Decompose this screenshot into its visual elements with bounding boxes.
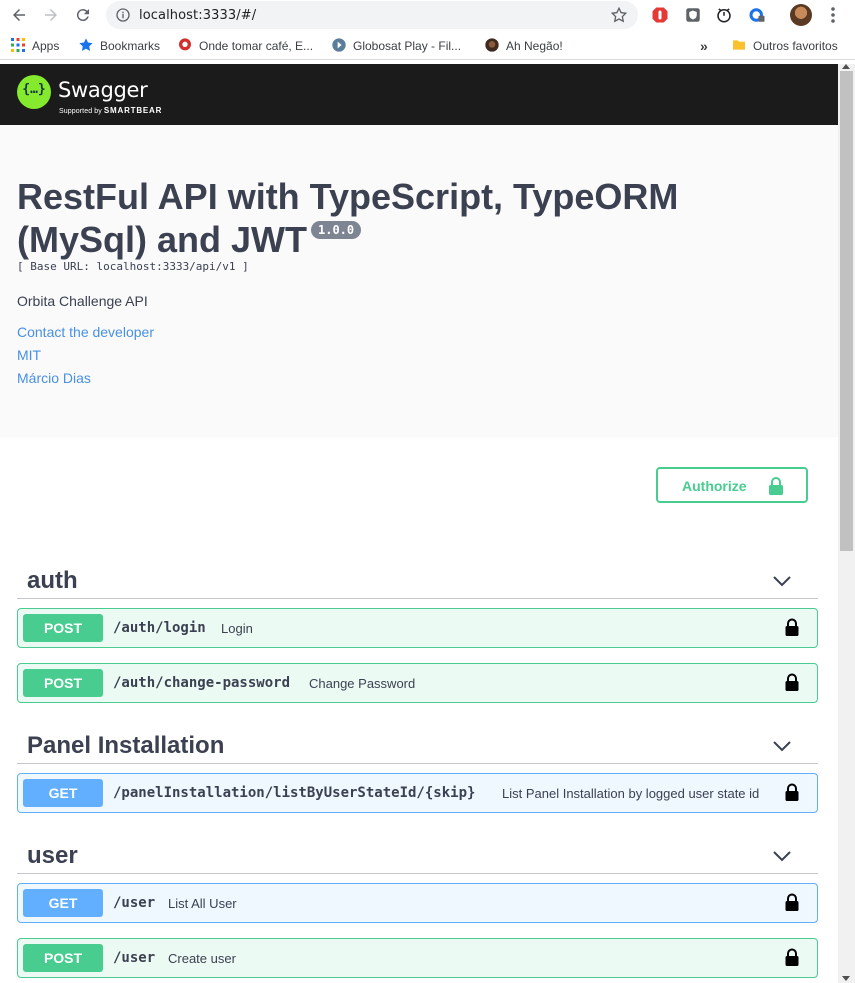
address-bar[interactable]: localhost:3333/#/ bbox=[106, 1, 638, 29]
operation-get-panel-installation[interactable]: GET /panelInstallation/listByUserStateId… bbox=[17, 773, 818, 813]
scrollbar-thumb[interactable] bbox=[840, 71, 853, 551]
api-info: RestFul API with TypeScript, TypeORM (My… bbox=[0, 125, 838, 437]
avatar-icon bbox=[485, 38, 499, 52]
timer-extension-icon[interactable] bbox=[715, 6, 733, 24]
forward-button[interactable] bbox=[40, 4, 62, 26]
operation-post-user[interactable]: POST /user Create user bbox=[17, 938, 818, 978]
method-badge: POST bbox=[23, 669, 103, 697]
bookmark-star-icon[interactable] bbox=[610, 6, 628, 24]
tag-user[interactable]: user bbox=[17, 838, 818, 874]
operation-path: /auth/change-password bbox=[113, 675, 291, 691]
author-link[interactable]: Márcio Dias bbox=[17, 370, 91, 386]
bookmark-apps[interactable]: Apps bbox=[10, 37, 59, 55]
profile-avatar[interactable] bbox=[790, 4, 812, 26]
bookmark-bookmarks[interactable]: Bookmarks bbox=[78, 37, 160, 55]
lock-icon[interactable] bbox=[785, 783, 799, 802]
authorize-button[interactable]: Authorize bbox=[656, 467, 808, 503]
chevron-down-icon[interactable] bbox=[772, 571, 792, 591]
operation-summary: Change Password bbox=[309, 676, 416, 691]
license-link[interactable]: MIT bbox=[17, 347, 41, 363]
browser-toolbar: localhost:3333/#/ bbox=[0, 0, 855, 30]
version-badge: 1.0.0 bbox=[311, 221, 362, 239]
authorize-label: Authorize bbox=[682, 478, 747, 494]
tag-name: user bbox=[27, 842, 78, 869]
unlocked-icon bbox=[769, 477, 783, 495]
chevron-down-icon[interactable] bbox=[772, 846, 792, 866]
lock-icon[interactable] bbox=[785, 893, 799, 912]
reload-button[interactable] bbox=[72, 4, 94, 26]
url-text[interactable]: localhost:3333/#/ bbox=[139, 8, 256, 23]
location-pin-icon bbox=[179, 38, 191, 51]
back-arrow-icon bbox=[13, 9, 25, 21]
operation-path: /auth/login bbox=[113, 620, 206, 636]
tag-name: auth bbox=[27, 567, 78, 594]
api-description: Orbita Challenge API bbox=[17, 293, 148, 309]
swagger-logo-text[interactable]: Swagger bbox=[58, 78, 148, 102]
forward-arrow-icon bbox=[45, 9, 57, 21]
star-icon bbox=[79, 38, 93, 51]
reload-icon bbox=[76, 9, 89, 22]
lock-icon[interactable] bbox=[785, 618, 799, 637]
swagger-logo-icon[interactable]: {…} bbox=[17, 75, 51, 109]
adblock-extension-icon[interactable] bbox=[651, 6, 669, 24]
method-badge: GET bbox=[23, 779, 103, 807]
operation-post-auth-login[interactable]: POST /auth/login Login bbox=[17, 608, 818, 648]
tag-name: Panel Installation bbox=[27, 732, 225, 759]
apps-grid-icon bbox=[11, 38, 25, 52]
contact-developer-link[interactable]: Contact the developer bbox=[17, 324, 154, 340]
scroll-up-icon[interactable] bbox=[842, 64, 850, 69]
method-badge: POST bbox=[23, 614, 103, 642]
bookmark-globosat-play[interactable]: Globosat Play - Fil... bbox=[331, 37, 461, 55]
swagger-logo-subtitle: Supported by SMARTBEAR bbox=[59, 106, 163, 115]
shield-extension-icon[interactable] bbox=[684, 6, 702, 24]
lock-icon[interactable] bbox=[785, 948, 799, 967]
menu-kebab-icon[interactable] bbox=[826, 5, 840, 25]
chevron-down-icon[interactable] bbox=[772, 736, 792, 756]
operation-summary: Login bbox=[221, 621, 253, 636]
bookmarks-overflow-button[interactable]: » bbox=[700, 37, 708, 55]
tag-panel-installation[interactable]: Panel Installation bbox=[17, 728, 818, 764]
folder-icon bbox=[733, 40, 745, 50]
swagger-topbar: {…} Swagger Supported by SMARTBEAR bbox=[0, 64, 838, 125]
bookmarks-bar: Apps Bookmarks Onde tomar café, E... Glo… bbox=[0, 32, 855, 60]
bookmark-ah-negao[interactable]: Ah Negão! bbox=[484, 37, 563, 55]
operation-summary: List Panel Installation by logged user s… bbox=[502, 786, 760, 801]
scheme-container: Authorize bbox=[0, 437, 838, 533]
page-title: RestFul API with TypeScript, TypeORM (My… bbox=[17, 176, 679, 260]
bookmark-outros-favoritos[interactable]: Outros favoritos bbox=[731, 37, 838, 55]
base-url: [ Base URL: localhost:3333/api/v1 ] bbox=[17, 260, 249, 273]
page-scrollbar[interactable] bbox=[838, 64, 855, 983]
bookmark-onde-tomar-cafe[interactable]: Onde tomar café, E... bbox=[177, 37, 313, 55]
operation-post-auth-change-password[interactable]: POST /auth/change-password Change Passwo… bbox=[17, 663, 818, 703]
operation-get-user[interactable]: GET /user List All User bbox=[17, 883, 818, 923]
tag-auth[interactable]: auth bbox=[17, 563, 818, 599]
info-icon[interactable] bbox=[115, 7, 131, 23]
method-badge: GET bbox=[23, 889, 103, 917]
operation-path: /panelInstallation/listByUserStateId/{sk… bbox=[113, 785, 476, 801]
operation-path: /user bbox=[113, 895, 156, 911]
operations-list: auth POST /auth/login Login POST /auth/c… bbox=[0, 533, 838, 983]
password-manager-extension-icon[interactable] bbox=[748, 6, 766, 24]
back-button[interactable] bbox=[8, 4, 30, 26]
method-badge: POST bbox=[23, 944, 103, 972]
operation-path: /user bbox=[113, 950, 156, 966]
operation-summary: Create user bbox=[168, 951, 236, 966]
scroll-down-icon[interactable] bbox=[842, 976, 850, 981]
lock-icon[interactable] bbox=[785, 673, 799, 692]
play-icon bbox=[332, 38, 346, 52]
operation-summary: List All User bbox=[168, 896, 237, 911]
